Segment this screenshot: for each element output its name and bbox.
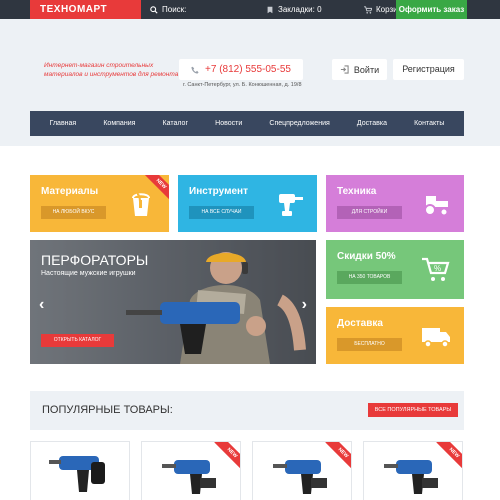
popular-section: ПОПУЛЯРНЫЕ ТОВАРЫ: Все популярные товары [30, 391, 464, 430]
product-image [384, 460, 438, 494]
search-label: Поиск: [162, 5, 187, 14]
hero-slider: ПЕРФОРАТОРЫ Настоящие мужские игрушки От… [30, 240, 316, 364]
top-bar: ТЕХНОМАРТ Поиск: Закладки: 0 Корзина: 0 … [0, 0, 500, 19]
search-icon [150, 5, 158, 14]
slider-prev-icon[interactable]: ‹ [39, 296, 44, 314]
tile-machinery-title: Техника [337, 186, 377, 197]
product-card[interactable]: NEW [141, 441, 241, 500]
slider-next-icon[interactable]: › [302, 296, 307, 314]
all-popular-button[interactable]: Все популярные товары [368, 403, 458, 417]
tractor-icon [424, 196, 449, 217]
search-control[interactable]: Поиск: [150, 0, 186, 19]
bookmark-icon [267, 6, 273, 13]
hero-title: ПЕРФОРАТОРЫ [41, 252, 149, 268]
tile-materials-button[interactable]: На любой вкус [41, 206, 106, 219]
tile-delivery-button[interactable]: Бесплатно [337, 338, 402, 351]
tile-delivery[interactable]: Доставка Бесплатно [326, 307, 464, 364]
tile-discounts-button[interactable]: На 350 товаров [337, 271, 402, 284]
product-card[interactable]: NEW [363, 441, 463, 500]
product-card[interactable] [30, 441, 130, 500]
product-image [162, 460, 216, 494]
register-button[interactable]: Регистрация [393, 59, 464, 80]
cart-percent-icon: % [422, 257, 450, 281]
hero-subtitle: Настоящие мужские игрушки [41, 270, 136, 277]
paint-bucket-icon [132, 193, 150, 216]
tile-machinery-button[interactable]: Для стройки [337, 206, 402, 219]
product-image [273, 460, 327, 494]
bookmarks-link[interactable]: Закладки: 0 [266, 0, 322, 19]
drill-icon [279, 194, 303, 216]
open-catalog-button[interactable]: Открыть каталог [41, 334, 114, 347]
tile-materials-title: Материалы [41, 186, 99, 197]
tile-delivery-title: Доставка [337, 318, 383, 329]
tile-tools-title: Инструмент [189, 186, 248, 197]
phone-icon [191, 66, 199, 74]
order-button[interactable]: Оформить заказ [396, 0, 467, 19]
address: г. Санкт-Петербург, ул. Б. Конюшенная, д… [183, 82, 302, 88]
tile-tools[interactable]: Инструмент На все случаи [178, 175, 317, 232]
tagline: Интернет-магазин строительных материалов… [44, 62, 179, 78]
nav-item-home[interactable]: Главная [50, 120, 77, 127]
product-card[interactable]: NEW [252, 441, 352, 500]
logo[interactable]: ТЕХНОМАРТ [30, 0, 141, 19]
svg-text:%: % [434, 264, 441, 273]
phone-box[interactable]: +7 (812) 555-05-55 [179, 59, 303, 80]
tile-discounts-title: Скидки 50% [337, 251, 396, 262]
header: Интернет-магазин строительных материалов… [0, 19, 500, 146]
tile-machinery[interactable]: Техника Для стройки [326, 175, 464, 232]
nav-item-catalog[interactable]: Каталог [163, 120, 188, 127]
popular-title: ПОПУЛЯРНЫЕ ТОВАРЫ: [42, 404, 173, 416]
phone-number: +7 (812) 555-05-55 [205, 64, 291, 75]
bookmarks-label: Закладки: 0 [278, 5, 322, 14]
cart-icon [364, 5, 372, 14]
tile-discounts[interactable]: Скидки 50% На 350 товаров % [326, 240, 464, 299]
nav-item-delivery[interactable]: Доставка [357, 120, 387, 127]
login-button[interactable]: Войти [332, 59, 387, 80]
main-nav: Главная Компания Каталог Новости Спецпре… [30, 111, 464, 136]
login-icon [340, 65, 349, 74]
nav-item-news[interactable]: Новости [215, 120, 242, 127]
tile-materials[interactable]: Материалы На любой вкус NEW [30, 175, 169, 232]
nav-item-offers[interactable]: Спецпредложения [269, 120, 329, 127]
truck-icon [422, 328, 450, 348]
nav-item-contacts[interactable]: Контакты [414, 120, 444, 127]
nav-item-company[interactable]: Компания [103, 120, 135, 127]
login-label: Войти [353, 64, 380, 75]
product-image [49, 456, 105, 492]
tile-tools-button[interactable]: На все случаи [189, 206, 254, 219]
